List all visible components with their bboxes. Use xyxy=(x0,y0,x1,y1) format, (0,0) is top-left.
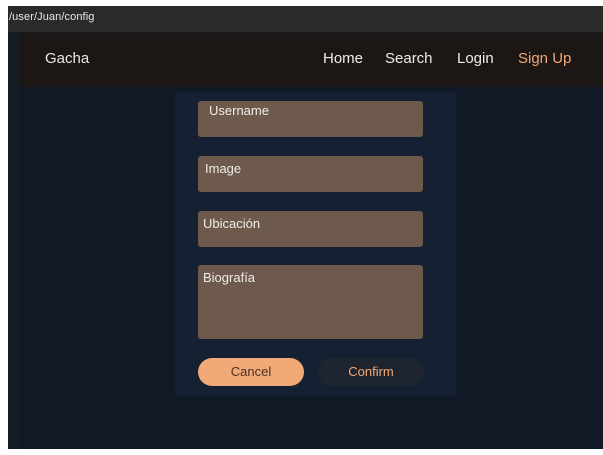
main-content: Username Image Ubicación Biografía Cance… xyxy=(19,87,603,449)
image-field[interactable]: Image xyxy=(198,156,423,192)
nav-home-link[interactable]: Home xyxy=(323,50,363,67)
ubicacion-field[interactable]: Ubicación xyxy=(198,211,423,247)
nav-login-link[interactable]: Login xyxy=(457,50,494,67)
biografia-textarea[interactable]: Biografía xyxy=(198,265,423,339)
route-path: /user/Juan/config xyxy=(9,11,95,23)
top-navbar: Gacha Home Search Login Sign Up xyxy=(19,33,603,87)
path-bar: /user/Juan/config xyxy=(8,6,603,32)
confirm-button[interactable]: Confirm xyxy=(318,358,424,386)
app-window: /user/Juan/config Gacha Home Search Logi… xyxy=(8,6,603,449)
cancel-button[interactable]: Cancel xyxy=(198,358,304,386)
brand-logo-text[interactable]: Gacha xyxy=(45,50,89,67)
nav-search-link[interactable]: Search xyxy=(385,50,433,67)
config-form: Username Image Ubicación Biografía Cance… xyxy=(175,92,456,396)
nav-signup-link[interactable]: Sign Up xyxy=(518,50,571,67)
username-field[interactable]: Username xyxy=(198,101,423,137)
